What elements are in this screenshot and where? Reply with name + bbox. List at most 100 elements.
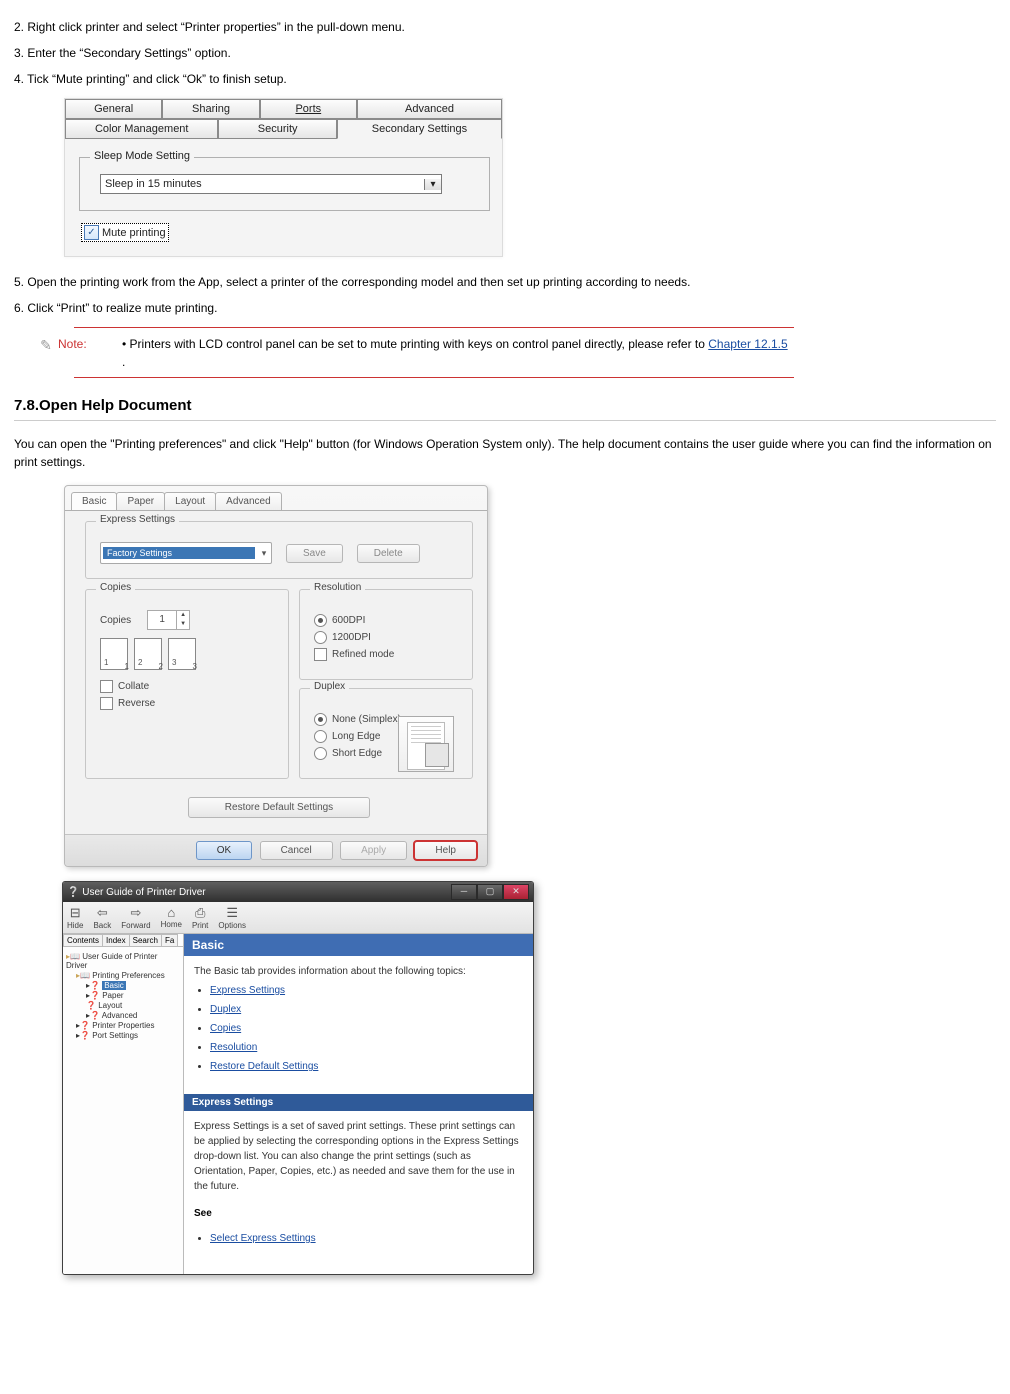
express-combo[interactable]: Factory Settings ▾ <box>100 542 272 564</box>
help-nav-pane: Contents Index Search Fa ▸📖 User Guide o… <box>63 934 184 1274</box>
tab-paper[interactable]: Paper <box>116 492 165 510</box>
sleep-mode-group: Sleep Mode Setting Sleep in 15 minutes ▾ <box>79 157 490 211</box>
tree-printer-props[interactable]: ▸❓ Printer Properties <box>76 1021 180 1030</box>
nav-tab-fav[interactable]: Fa <box>161 934 178 946</box>
delete-button[interactable]: Delete <box>357 544 420 563</box>
link-duplex[interactable]: Duplex <box>210 1004 241 1015</box>
tab-general[interactable]: General <box>65 99 162 119</box>
tool-options[interactable]: ☰Options <box>218 905 246 930</box>
tree-paper[interactable]: ▸❓ Paper <box>86 991 180 1000</box>
duplex-group-label: Duplex <box>310 681 349 692</box>
caret-down-icon[interactable]: ▼ <box>177 620 189 629</box>
tool-print[interactable]: ⎙Print <box>192 905 208 930</box>
help-viewer-window: ❔ User Guide of Printer Driver ─ ▢ ✕ ⊟Hi… <box>62 881 534 1275</box>
step-5: 5. Open the printing work from the App, … <box>14 275 996 289</box>
tab-ports[interactable]: Ports <box>260 99 357 119</box>
copies-spinner[interactable]: 1 ▲▼ <box>147 610 190 630</box>
content-intro: The Basic tab provides information about… <box>194 964 523 979</box>
restore-defaults-button[interactable]: Restore Default Settings <box>188 797 370 818</box>
chevron-down-icon: ▾ <box>424 179 441 190</box>
content-banner: Basic <box>184 934 533 956</box>
link-select-express[interactable]: Select Express Settings <box>210 1233 316 1244</box>
nav-tab-index[interactable]: Index <box>102 934 130 946</box>
step-6: 6. Click “Print” to realize mute printin… <box>14 301 996 315</box>
tab-advanced[interactable]: Advanced <box>357 99 502 119</box>
maximize-button[interactable]: ▢ <box>477 884 503 900</box>
tool-hide[interactable]: ⊟Hide <box>67 905 83 930</box>
refined-checkbox[interactable]: Refined mode <box>314 648 458 661</box>
sleep-mode-value: Sleep in 15 minutes <box>101 178 424 190</box>
note-label: Note: <box>58 335 122 351</box>
resolution-group: Resolution 600DPI 1200DPI Refined mode <box>299 589 473 680</box>
link-resolution[interactable]: Resolution <box>210 1042 257 1053</box>
tree-advanced[interactable]: ▸❓ Advanced <box>86 1011 180 1020</box>
printer-properties-dialog: General Sharing Ports Advanced Color Man… <box>64 98 503 257</box>
link-express[interactable]: Express Settings <box>210 985 285 996</box>
help-toolbar: ⊟Hide ⇦Back ⇨Forward ⌂Home ⎙Print ☰Optio… <box>63 902 533 934</box>
note-block: ✎ Note: • Printers with LCD control pane… <box>34 327 794 379</box>
apply-button[interactable]: Apply <box>340 841 407 860</box>
collate-preview-icons: 11 22 33 <box>100 638 274 670</box>
tab-secondary-settings[interactable]: Secondary Settings <box>337 119 502 139</box>
minimize-button[interactable]: ─ <box>451 884 477 900</box>
tool-back[interactable]: ⇦Back <box>93 905 111 930</box>
copies-group-label: Copies <box>96 582 135 593</box>
tool-forward[interactable]: ⇨Forward <box>121 905 150 930</box>
express-settings-group: Express Settings Factory Settings ▾ Save… <box>85 521 473 579</box>
reverse-checkbox[interactable]: Reverse <box>100 697 274 710</box>
copies-label: Copies <box>100 615 131 626</box>
check-icon: ✓ <box>84 225 99 240</box>
tree-basic[interactable]: ▸❓ Basic <box>86 981 180 990</box>
help-button[interactable]: Help <box>414 841 477 860</box>
note-text: • Printers with LCD control panel can be… <box>122 335 794 371</box>
book-icon: ❔ <box>67 887 79 898</box>
tree-root[interactable]: ▸📖 User Guide of Printer Driver <box>66 952 180 970</box>
radio-1200dpi[interactable]: 1200DPI <box>314 631 458 644</box>
close-button[interactable]: ✕ <box>503 884 529 900</box>
sleep-mode-combo[interactable]: Sleep in 15 minutes ▾ <box>100 174 442 194</box>
ok-button[interactable]: OK <box>196 841 252 860</box>
see-label: See <box>184 1202 533 1219</box>
mute-printing-checkbox[interactable]: ✓ Mute printing <box>81 223 169 242</box>
tab-layout[interactable]: Layout <box>164 492 216 510</box>
duplex-group: Duplex None (Simplex) Long Edge Short Ed… <box>299 688 473 779</box>
section-heading: 7.8.Open Help Document <box>14 397 996 414</box>
printing-preferences-dialog: Basic Paper Layout Advanced Express Sett… <box>64 485 488 867</box>
section-text: You can open the "Printing preferences" … <box>14 435 996 471</box>
step-3: 3. Enter the “Secondary Settings” option… <box>14 46 996 60</box>
tree-port-settings[interactable]: ▸❓ Port Settings <box>76 1031 180 1040</box>
tab-color-management[interactable]: Color Management <box>65 119 218 139</box>
step-4: 4. Tick “Mute printing” and click “Ok” t… <box>14 72 996 86</box>
link-restore[interactable]: Restore Default Settings <box>210 1061 318 1072</box>
window-title: User Guide of Printer Driver <box>82 887 205 898</box>
nav-tab-contents[interactable]: Contents <box>63 934 103 946</box>
radio-600dpi[interactable]: 600DPI <box>314 614 458 627</box>
tool-home[interactable]: ⌂Home <box>161 905 182 930</box>
collate-checkbox[interactable]: Collate <box>100 680 274 693</box>
link-copies[interactable]: Copies <box>210 1023 241 1034</box>
tab-sharing[interactable]: Sharing <box>162 99 259 119</box>
save-button[interactable]: Save <box>286 544 343 563</box>
tab-basic[interactable]: Basic <box>71 492 117 510</box>
tab-security[interactable]: Security <box>218 119 336 139</box>
cancel-button[interactable]: Cancel <box>260 841 333 860</box>
content-subhead: Express Settings <box>184 1094 533 1111</box>
content-subtext: Express Settings is a set of saved print… <box>184 1111 533 1202</box>
step-2: 2. Right click printer and select “Print… <box>14 20 996 34</box>
nav-tab-search[interactable]: Search <box>129 934 162 946</box>
tree-preferences[interactable]: ▸📖 Printing Preferences <box>76 971 180 980</box>
help-content-pane: Basic The Basic tab provides information… <box>184 934 533 1274</box>
resolution-group-label: Resolution <box>310 582 365 593</box>
duplex-preview <box>398 716 454 772</box>
copies-group: Copies Copies 1 ▲▼ 11 22 33 Collate Reve… <box>85 589 289 779</box>
mute-printing-label: Mute printing <box>102 227 166 239</box>
tree-layout[interactable]: ❓ Layout <box>86 1001 180 1010</box>
express-group-label: Express Settings <box>96 514 179 525</box>
express-combo-value: Factory Settings <box>103 547 255 559</box>
chevron-down-icon: ▾ <box>257 548 271 559</box>
caret-up-icon[interactable]: ▲ <box>177 611 189 620</box>
sleep-mode-label: Sleep Mode Setting <box>90 150 194 162</box>
note-icon: ✎ <box>34 335 58 354</box>
chapter-link[interactable]: Chapter 12.1.5 <box>708 337 787 351</box>
tab-advanced2[interactable]: Advanced <box>215 492 281 510</box>
